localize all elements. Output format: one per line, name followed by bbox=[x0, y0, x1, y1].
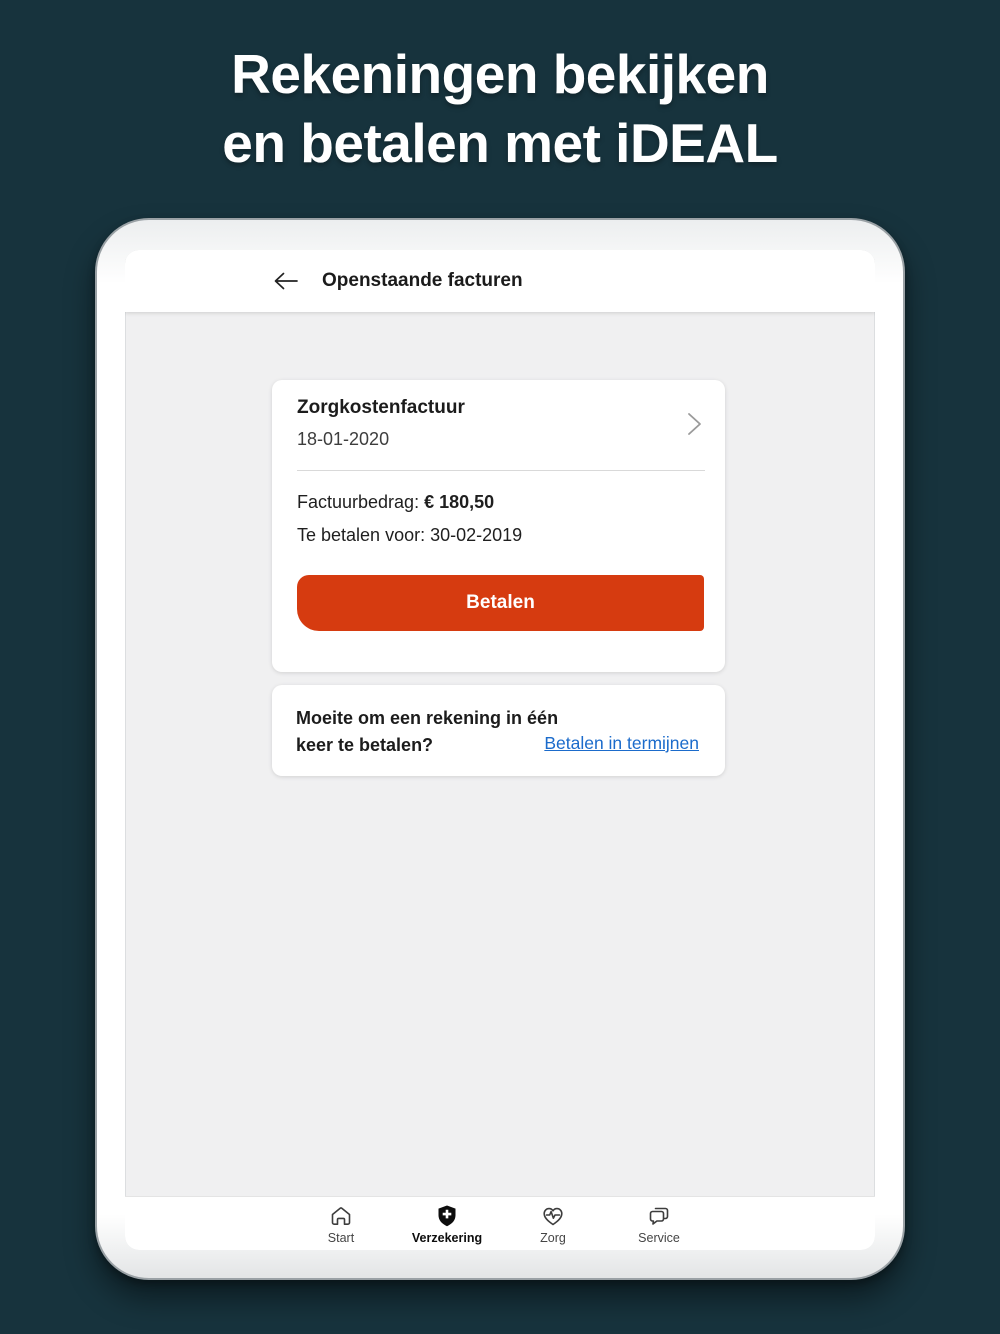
hero-title-line1: Rekeningen bekijken bbox=[231, 43, 769, 105]
tablet-device-frame: Openstaande facturen Zorgkostenfactuur 1… bbox=[95, 218, 905, 1280]
invoice-amount-label: Factuurbedrag: bbox=[297, 492, 425, 512]
tab-zorg-label: Zorg bbox=[540, 1231, 566, 1245]
tab-zorg[interactable]: Zorg bbox=[500, 1197, 606, 1250]
hero-title: Rekeningen bekijken en betalen met iDEAL bbox=[0, 40, 1000, 178]
installments-question-line1: Moeite om een rekening in één bbox=[296, 708, 559, 728]
invoice-amount-value: € 180,50 bbox=[424, 492, 495, 512]
installments-question-line2: keer te betalen? bbox=[296, 735, 434, 755]
tab-service-label: Service bbox=[638, 1231, 680, 1245]
heart-pulse-icon bbox=[543, 1207, 563, 1226]
chat-bubbles-icon bbox=[649, 1207, 669, 1225]
tab-verzekering-label: Verzekering bbox=[411, 1231, 483, 1245]
tab-start[interactable]: Start bbox=[288, 1197, 394, 1250]
invoice-due-label: Te betalen voor: bbox=[297, 525, 431, 545]
hero-title-line2: en betalen met iDEAL bbox=[222, 112, 778, 174]
tab-service[interactable]: Service bbox=[606, 1197, 712, 1250]
shield-plus-icon bbox=[438, 1205, 456, 1227]
tab-start-label: Start bbox=[327, 1231, 355, 1245]
divider bbox=[297, 470, 705, 471]
app-screen: Openstaande facturen Zorgkostenfactuur 1… bbox=[125, 250, 875, 1250]
invoice-title[interactable]: Zorgkostenfactuur bbox=[297, 397, 465, 419]
tab-bar: Start Verzekering Zorg Service bbox=[125, 1196, 875, 1250]
invoice-date: 18-01-2020 bbox=[297, 429, 390, 449]
page-title: Openstaande facturen bbox=[322, 270, 523, 291]
installments-card: Moeite om een rekening in één keer te be… bbox=[272, 685, 725, 776]
installments-question: Moeite om een rekening in één keer te be… bbox=[296, 705, 558, 759]
invoice-due-value: 30-02-2019 bbox=[430, 525, 523, 545]
home-icon bbox=[331, 1207, 351, 1225]
tab-verzekering[interactable]: Verzekering bbox=[394, 1197, 500, 1250]
invoice-amount-row: Factuurbedrag: € 180,50 bbox=[297, 492, 494, 513]
installments-link[interactable]: Betalen in termijnen bbox=[544, 733, 699, 754]
invoice-card: Zorgkostenfactuur 18-01-2020 Factuurbedr… bbox=[272, 380, 725, 672]
invoice-due-row: Te betalen voor: 30-02-2019 bbox=[297, 525, 522, 546]
pay-button[interactable]: Betalen bbox=[297, 575, 704, 631]
back-button[interactable] bbox=[271, 267, 301, 295]
app-header: Openstaande facturen bbox=[125, 250, 875, 312]
arrow-left-icon bbox=[274, 272, 298, 290]
chevron-right-icon[interactable] bbox=[681, 410, 707, 438]
